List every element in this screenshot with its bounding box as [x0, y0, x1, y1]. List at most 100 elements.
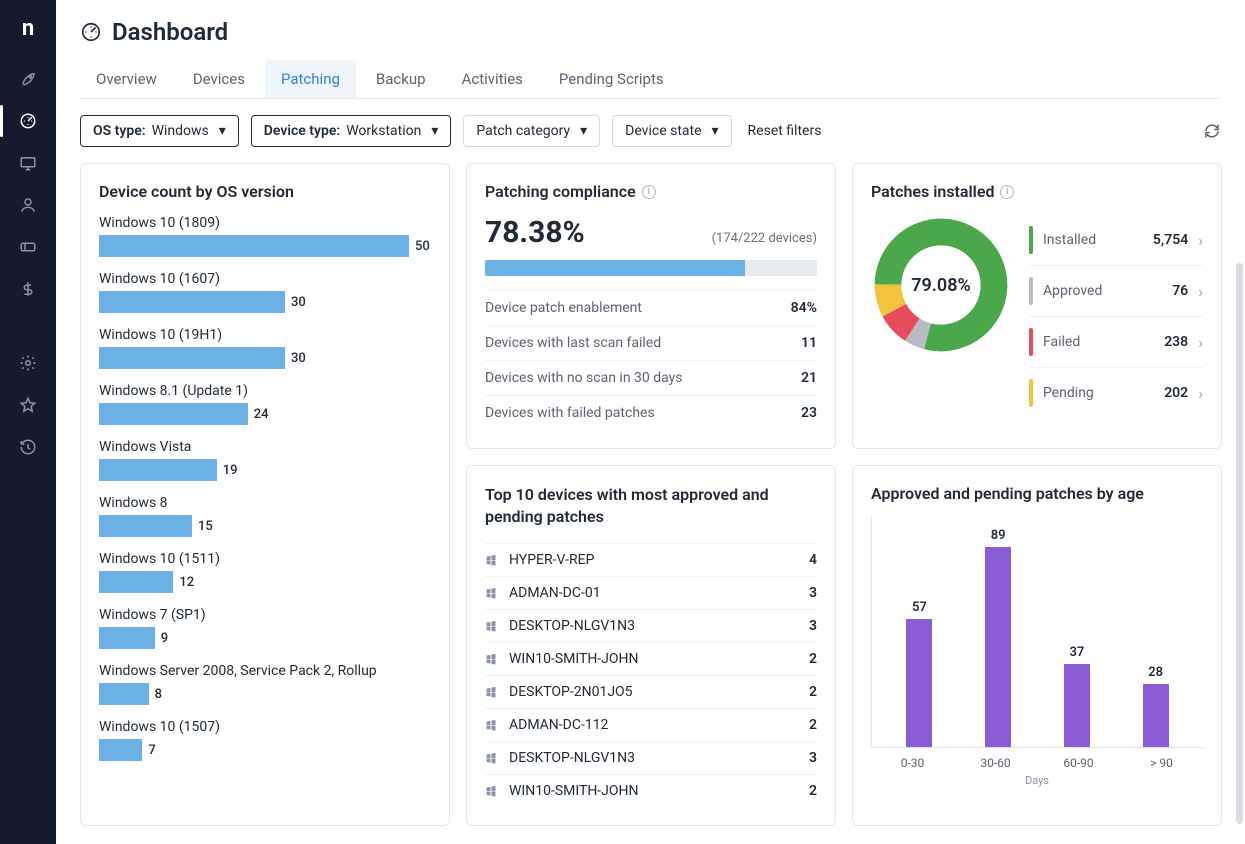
age-bar-column: 57 [889, 600, 949, 747]
legend-item-installed[interactable]: Installed5,754› [1029, 215, 1203, 266]
device-row[interactable]: ADMAN-DC-1122 [485, 708, 817, 741]
device-row[interactable]: HYPER-V-REP4 [485, 543, 817, 576]
gear-icon[interactable] [16, 351, 40, 375]
age-bar-column: 28 [1126, 665, 1186, 747]
device-row[interactable]: WIN10-SMITH-JOHN2 [485, 774, 817, 807]
device-count: 2 [809, 651, 817, 667]
device-name: DESKTOP-2N01JO5 [509, 684, 799, 700]
legend-item-approved[interactable]: Approved76› [1029, 266, 1203, 317]
tab-overview[interactable]: Overview [80, 60, 173, 98]
chevron-down-icon: ▾ [219, 123, 226, 139]
os-value: 7 [148, 743, 155, 758]
card-patches-by-age: Approved and pending patches by age 5789… [852, 465, 1222, 826]
os-version-row[interactable]: Windows Vista19 [99, 439, 431, 481]
filter-label: Device type: [264, 123, 340, 139]
legend-label: Approved [1043, 283, 1162, 299]
content-grid: Patching compliancei 78.38% (174/222 dev… [56, 163, 1245, 844]
filter-device-state[interactable]: Device state ▾ [612, 115, 731, 147]
filter-label: OS type: [93, 123, 146, 139]
stat-label: Device patch enablement [485, 300, 642, 316]
dollar-icon[interactable] [16, 277, 40, 301]
os-version-row[interactable]: Windows 7 (SP1)9 [99, 607, 431, 649]
os-label: Windows 7 (SP1) [99, 607, 431, 623]
device-name: WIN10-SMITH-JOHN [509, 651, 799, 667]
compliance-stat-row: Devices with last scan failed11 [485, 325, 817, 360]
os-version-row[interactable]: Windows 8.1 (Update 1)24 [99, 383, 431, 425]
chevron-right-icon: › [1198, 384, 1203, 403]
device-name: ADMAN-DC-01 [509, 585, 799, 601]
legend-label: Installed [1043, 232, 1143, 248]
os-value: 8 [155, 687, 162, 702]
info-icon[interactable]: i [1000, 185, 1014, 199]
stat-value: 23 [801, 405, 817, 421]
legend-swatch [1029, 277, 1033, 305]
device-row[interactable]: DESKTOP-2N01JO52 [485, 675, 817, 708]
sidebar: n [0, 0, 56, 844]
legend-count: 238 [1164, 334, 1188, 350]
tab-devices[interactable]: Devices [177, 60, 261, 98]
user-icon[interactable] [16, 193, 40, 217]
tab-backup[interactable]: Backup [360, 60, 442, 98]
os-bar [99, 403, 248, 425]
history-icon[interactable] [16, 435, 40, 459]
dashboard-title-icon [80, 21, 102, 43]
info-icon[interactable]: i [642, 185, 656, 199]
filter-device-type[interactable]: Device type: Workstation ▾ [251, 115, 452, 147]
os-version-row[interactable]: Windows 10 (1511)12 [99, 551, 431, 593]
windows-icon [485, 653, 499, 665]
header: Dashboard OverviewDevicesPatchingBackupA… [56, 0, 1245, 99]
filter-patch-category[interactable]: Patch category ▾ [463, 115, 600, 147]
tab-activities[interactable]: Activities [446, 60, 539, 98]
monitor-icon[interactable] [16, 151, 40, 175]
legend-item-failed[interactable]: Failed238› [1029, 317, 1203, 368]
bar [1064, 664, 1090, 747]
os-label: Windows 8.1 (Update 1) [99, 383, 431, 399]
x-tick-label: > 90 [1132, 756, 1192, 770]
device-row[interactable]: DESKTOP-NLGV1N33 [485, 741, 817, 774]
rocket-icon[interactable] [16, 67, 40, 91]
tab-pending-scripts[interactable]: Pending Scripts [543, 60, 680, 98]
reset-filters-link[interactable]: Reset filters [748, 123, 822, 139]
bar [906, 619, 932, 747]
windows-icon [485, 719, 499, 731]
legend-count: 202 [1164, 385, 1188, 401]
ticket-icon[interactable] [16, 235, 40, 259]
os-bar [99, 291, 285, 313]
os-version-row[interactable]: Windows 10 (1809)50 [99, 215, 431, 257]
device-row[interactable]: DESKTOP-NLGV1N33 [485, 609, 817, 642]
card-title: Device count by OS version [99, 182, 294, 201]
legend-item-pending[interactable]: Pending202› [1029, 368, 1203, 418]
filter-value: Workstation [346, 123, 421, 139]
x-tick-label: 60-90 [1049, 756, 1109, 770]
device-row[interactable]: ADMAN-DC-013 [485, 576, 817, 609]
windows-icon [485, 785, 499, 797]
dashboard-icon[interactable] [16, 109, 40, 133]
tab-patching[interactable]: Patching [265, 60, 356, 98]
stat-value: 11 [801, 335, 817, 351]
donut-chart: 79.08% [871, 215, 1011, 355]
os-version-row[interactable]: Windows Server 2008, Service Pack 2, Rol… [99, 663, 431, 705]
filter-label: Device state [625, 123, 701, 139]
os-version-row[interactable]: Windows 815 [99, 495, 431, 537]
os-label: Windows 10 (1607) [99, 271, 431, 287]
chevron-down-icon: ▾ [431, 123, 438, 139]
scrollbar[interactable] [1236, 263, 1243, 824]
x-tick-label: 30-60 [966, 756, 1026, 770]
star-icon[interactable] [16, 393, 40, 417]
os-version-row[interactable]: Windows 10 (19H1)30 [99, 327, 431, 369]
stat-label: Devices with no scan in 30 days [485, 370, 682, 386]
page-title: Dashboard [112, 18, 228, 46]
filter-os-type[interactable]: OS type: Windows ▾ [80, 115, 239, 147]
logo: n [22, 16, 34, 41]
bar-value: 57 [912, 600, 927, 615]
os-version-row[interactable]: Windows 10 (1607)30 [99, 271, 431, 313]
stat-value: 21 [801, 370, 817, 386]
os-version-row[interactable]: Windows 10 (1507)7 [99, 719, 431, 761]
compliance-device-count: (174/222 devices) [712, 231, 817, 246]
card-top-devices: Top 10 devices with most approved and pe… [466, 465, 836, 826]
os-bar [99, 235, 409, 257]
os-bar [99, 683, 149, 705]
os-value: 12 [179, 575, 194, 590]
refresh-icon[interactable] [1203, 122, 1221, 140]
device-row[interactable]: WIN10-SMITH-JOHN 2 [485, 642, 817, 675]
